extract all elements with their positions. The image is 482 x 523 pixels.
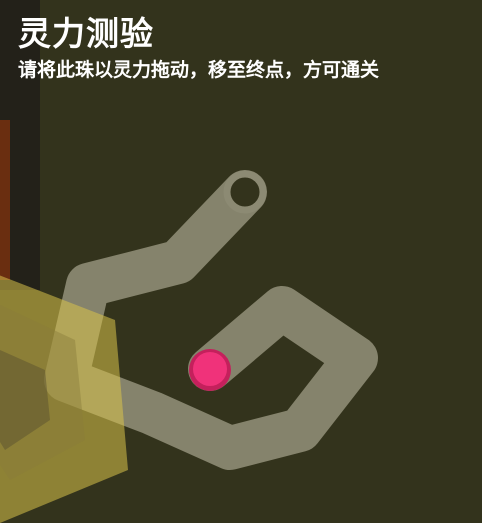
goal-marker <box>223 170 267 214</box>
spirit-orb[interactable] <box>189 349 231 391</box>
puzzle-header: 灵力测验 请将此珠以灵力拖动，移至终点，方可通关 <box>18 14 474 84</box>
game-stage: 灵力测验 请将此珠以灵力拖动，移至终点，方可通关 <box>0 0 482 523</box>
puzzle-title: 灵力测验 <box>18 14 154 53</box>
puzzle-instruction: 请将此珠以灵力拖动，移至终点，方可通关 <box>18 59 380 81</box>
